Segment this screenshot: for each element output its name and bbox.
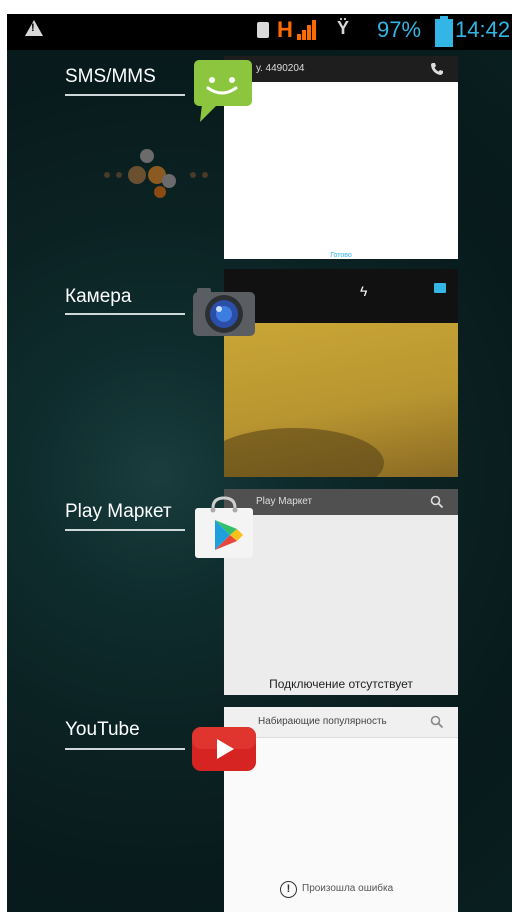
label-divider (65, 313, 185, 315)
preview-title-bar: у. 4490204 (224, 56, 458, 82)
app-name: YouTube (65, 719, 140, 740)
label-divider (65, 94, 185, 96)
battery-icon (435, 16, 453, 47)
recent-app-thumbnail-sms[interactable]: у. 4490204 Готово (224, 56, 458, 259)
clock: 14:42 (455, 17, 511, 42)
camera-icon[interactable] (191, 286, 257, 338)
error-icon: ! (280, 881, 297, 898)
camera-controls: ϟ (224, 269, 458, 323)
flash-icon: ϟ (360, 283, 368, 299)
label-divider (65, 748, 185, 750)
wallpaper-decoration (92, 144, 222, 204)
error-row: ! Произошла ошибка (224, 881, 458, 901)
warning-icon (25, 20, 43, 36)
messaging-icon[interactable] (192, 58, 256, 124)
app-name: Play Маркет (65, 501, 172, 522)
preview-title: Набирающие популярность (258, 716, 387, 727)
youtube-icon[interactable] (191, 726, 257, 772)
label-divider (65, 529, 185, 531)
app-name: Камера (65, 286, 132, 307)
preview-footer: Готово (330, 252, 352, 259)
status-bar: H Ÿ 97% 14:42 (7, 14, 512, 50)
app-name: SMS/MMS (65, 66, 156, 87)
network-type: H (277, 17, 293, 42)
recent-app-thumbnail-camera[interactable]: ϟ (224, 269, 458, 477)
recent-app-thumbnail-play-market[interactable]: Play Маркет Подключение отсутствует (224, 489, 458, 695)
preview-title: у. 4490204 (256, 63, 305, 74)
sim-icon (257, 22, 269, 38)
preview-title-bar: Play Маркет (224, 489, 458, 515)
battery-percent: 97% (377, 17, 422, 42)
phone-icon (431, 63, 443, 75)
recent-apps-screen: H Ÿ 97% 14:42 SMS/MMS у. 4490204 Готово (7, 14, 512, 912)
preview-title-bar: Набирающие популярность (224, 707, 458, 738)
preview-title: Play Маркет (256, 496, 313, 507)
camera-viewfinder (224, 323, 458, 477)
search-icon (430, 495, 444, 509)
recent-app-thumbnail-youtube[interactable]: Набирающие популярность ! Произошла ошиб… (224, 707, 458, 912)
signal-icon (297, 20, 319, 40)
play-store-icon[interactable] (193, 496, 255, 560)
antenna-icon: Ÿ (337, 18, 350, 38)
preview-message: Произошла ошибка (302, 883, 394, 894)
preview-message: Подключение отсутствует (269, 677, 413, 691)
search-icon (430, 715, 444, 729)
gallery-icon (434, 283, 446, 293)
